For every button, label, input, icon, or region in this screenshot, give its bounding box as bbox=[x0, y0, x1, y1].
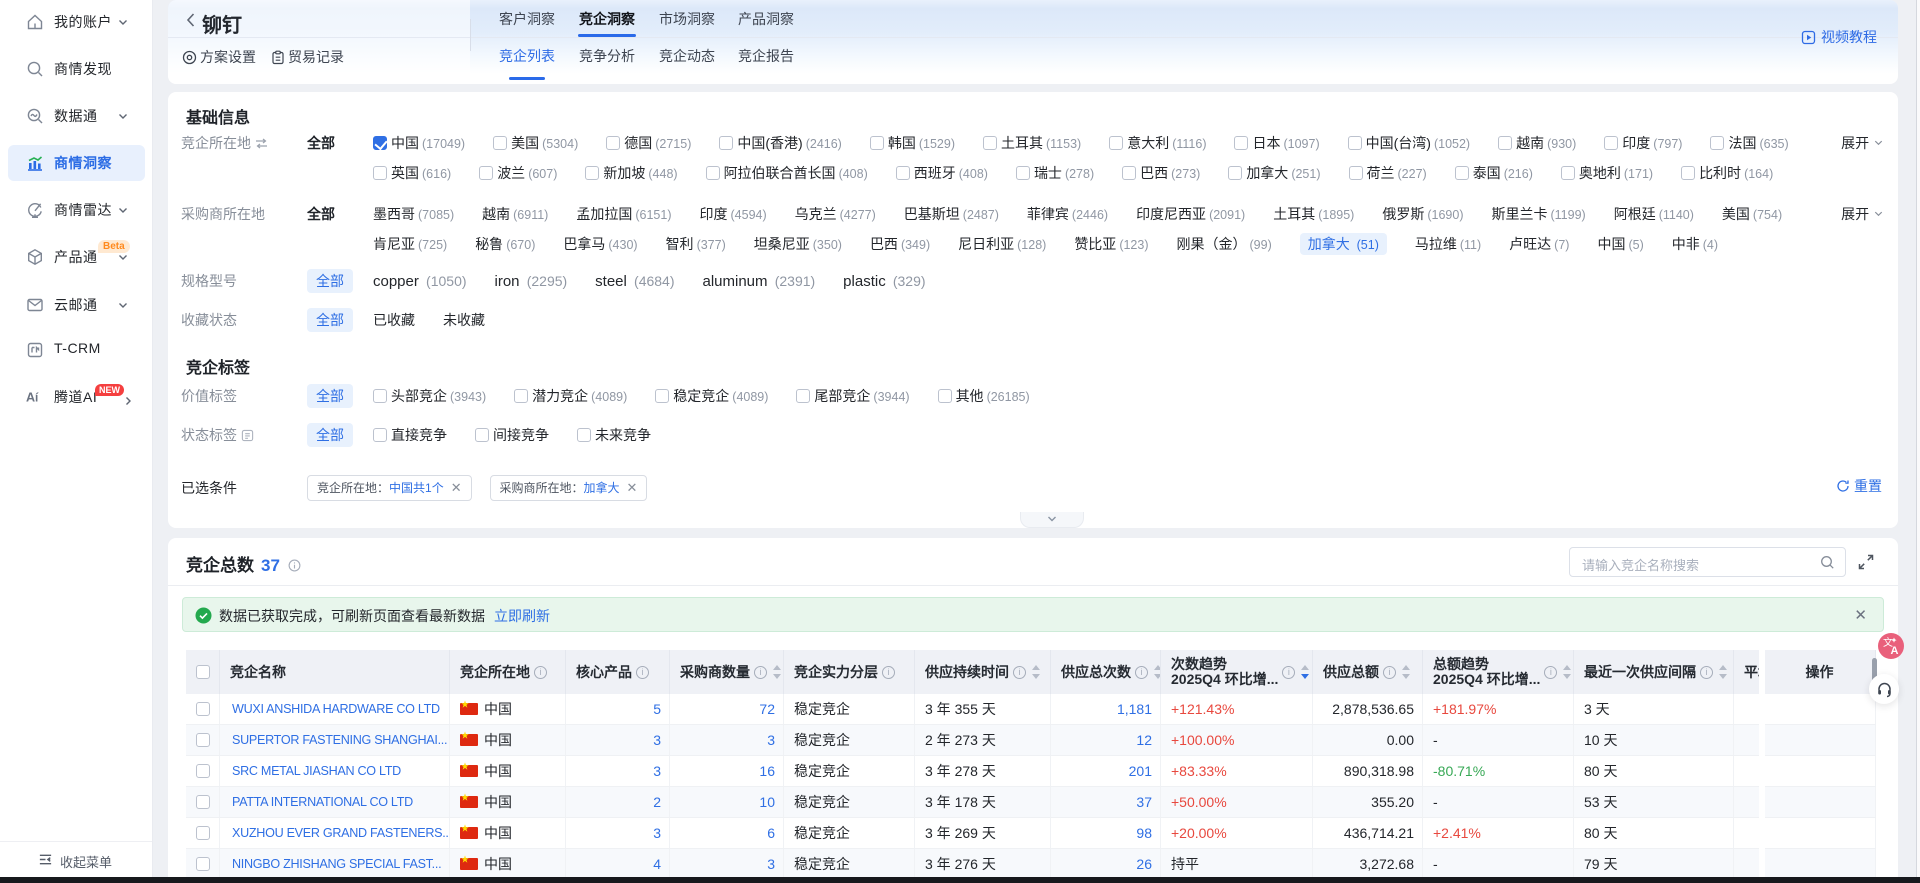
svg-text:í: í bbox=[35, 392, 39, 405]
svg-text:A: A bbox=[1891, 645, 1899, 657]
svg-text:A: A bbox=[26, 391, 35, 405]
